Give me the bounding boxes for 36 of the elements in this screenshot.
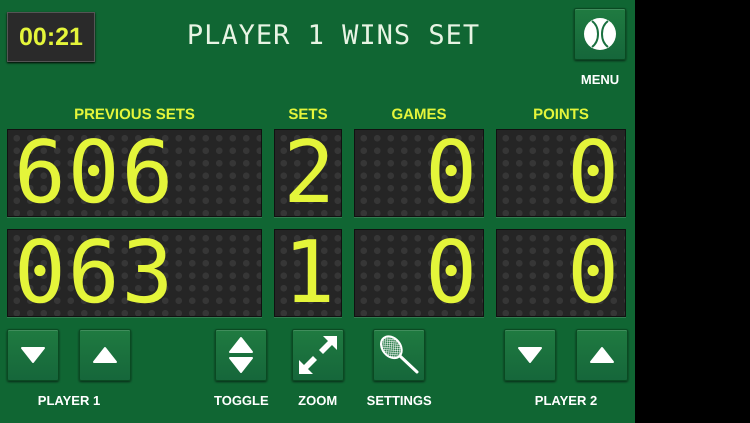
tennis-ball-icon [583, 17, 617, 51]
zoom-button[interactable] [292, 329, 344, 381]
increase-button[interactable] [576, 329, 628, 381]
score-display: 0 [496, 229, 626, 317]
score-display: 063 [7, 229, 262, 317]
match-timer: 00:21 [7, 12, 95, 62]
score-display: 0 [354, 229, 484, 317]
down-triangle-icon [517, 346, 543, 364]
score-display: 0 [354, 129, 484, 217]
decrease-button[interactable] [504, 329, 556, 381]
menu-button[interactable] [574, 8, 626, 60]
player-label: PLAYER 1 [38, 393, 100, 408]
column-heading: PREVIOUS SETS [73, 106, 196, 123]
tool-label: TOGGLE [214, 393, 269, 408]
score-display: 0 [496, 129, 626, 217]
up-triangle-icon [92, 346, 118, 364]
player-label: PLAYER 2 [534, 393, 598, 408]
status-message: PLAYER 1 WINS SET [186, 20, 482, 51]
toggle-button[interactable] [215, 329, 268, 381]
settings-button[interactable] [373, 329, 426, 381]
up-triangle-icon [589, 346, 615, 364]
increase-button[interactable] [79, 329, 131, 381]
down-triangle-icon [20, 346, 46, 364]
tool-label: SETTINGS [366, 393, 432, 408]
up-down-triangles-icon [228, 336, 254, 374]
menu-label: MENU [580, 72, 620, 87]
score-display: 2 [274, 129, 342, 217]
column-heading: GAMES [390, 106, 448, 123]
decrease-button[interactable] [7, 329, 59, 381]
column-heading: POINTS [532, 106, 590, 123]
expand-arrows-icon [296, 334, 339, 376]
tool-label: ZOOM [298, 393, 338, 408]
score-display: 1 [274, 229, 342, 317]
score-display: 606 [7, 129, 262, 217]
tennis-racket-icon [378, 334, 420, 376]
column-heading: SETS [287, 106, 329, 123]
